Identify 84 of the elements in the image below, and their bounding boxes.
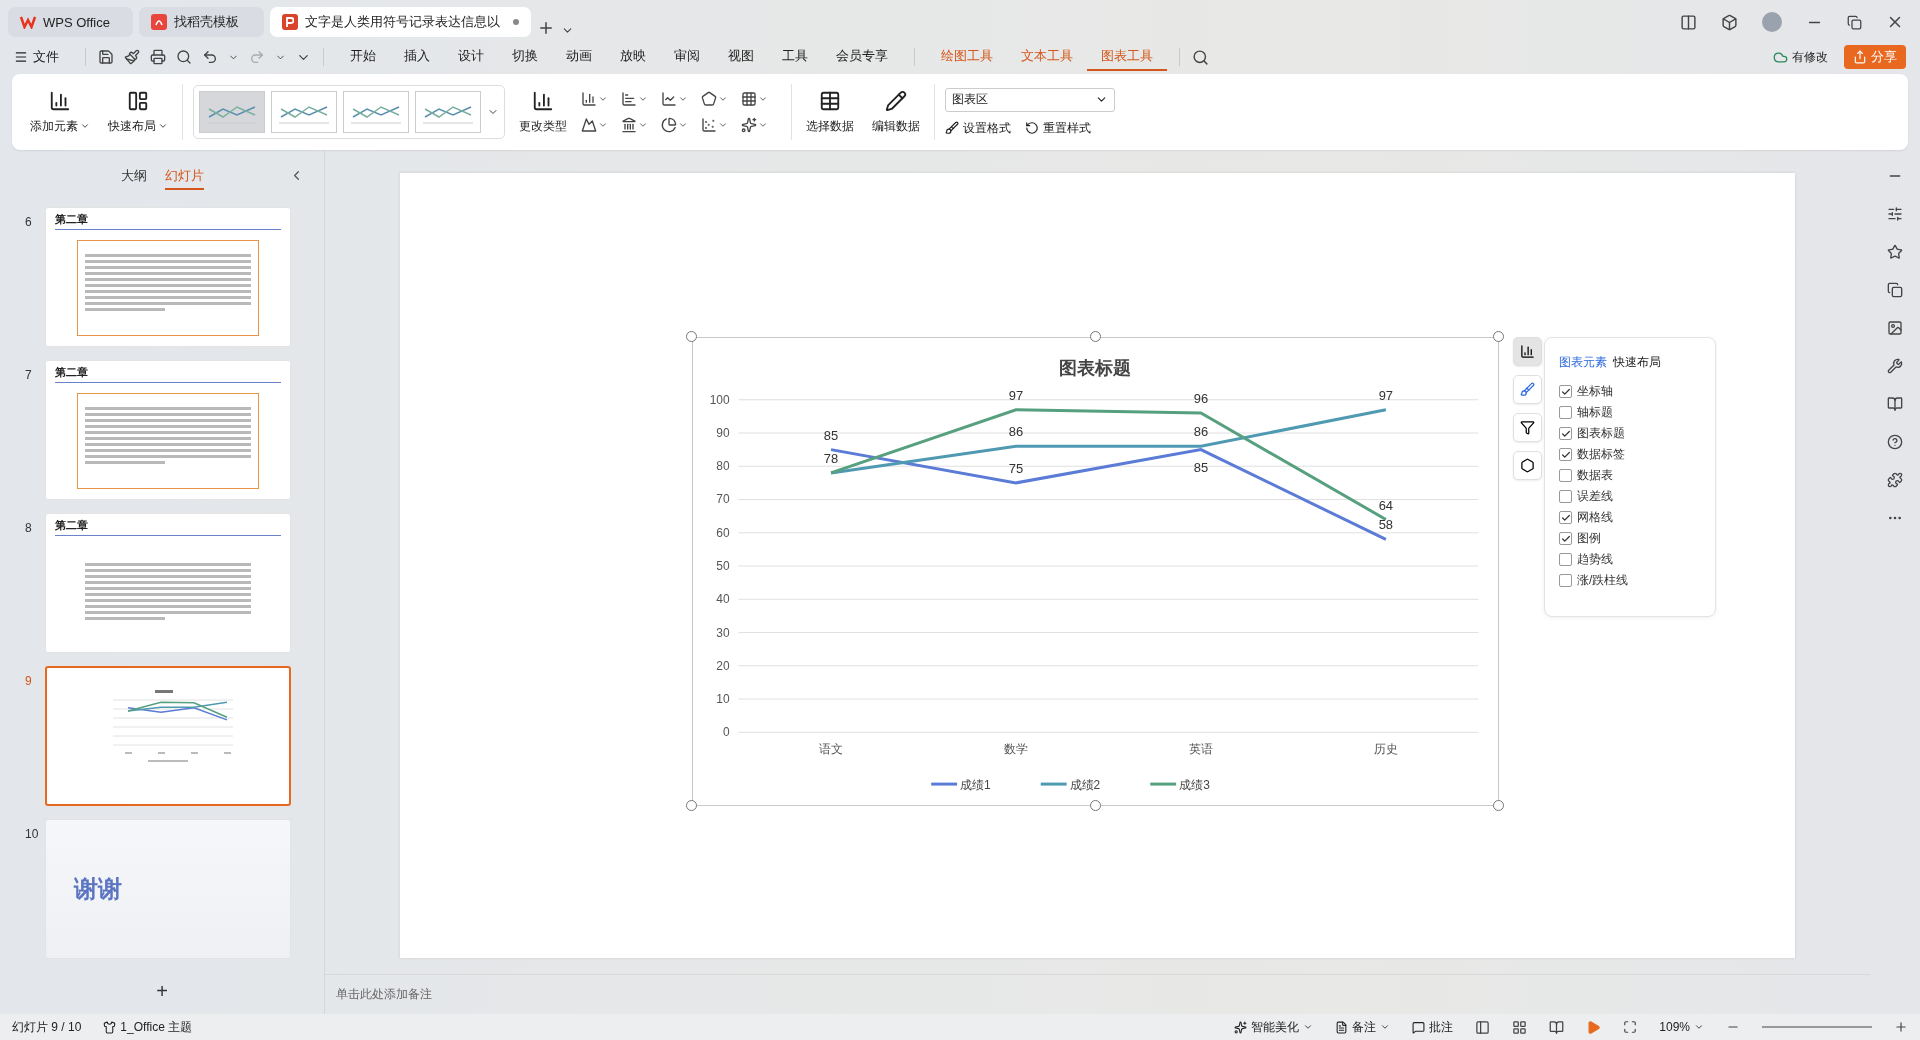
beautify-button[interactable]: 智能美化 bbox=[1234, 1018, 1314, 1036]
data-label: 64 bbox=[1378, 497, 1394, 513]
legend-label: 成绩1 bbox=[960, 778, 991, 793]
slide-number: 6 bbox=[24, 214, 33, 229]
axis-label: 语文 bbox=[819, 742, 843, 757]
slide-count: 幻灯片 9 / 10 bbox=[12, 1018, 82, 1036]
chart-title: 图表标题 bbox=[1059, 357, 1132, 378]
ribbon-tab[interactable]: 设计 bbox=[444, 43, 498, 71]
slide-thumbnail[interactable]: 第二章 bbox=[45, 360, 291, 500]
ribbon-tab[interactable]: 审阅 bbox=[660, 43, 714, 71]
data-label: 97 bbox=[1008, 387, 1024, 403]
axis-label: 70 bbox=[716, 492, 730, 507]
ribbon-tab[interactable]: 开始 bbox=[336, 43, 390, 71]
checkbox-label: 网格线 bbox=[1577, 509, 1613, 526]
edit-data-button[interactable]: 编辑数据 bbox=[868, 87, 924, 137]
slide-number: 8 bbox=[24, 520, 33, 535]
panel-tab[interactable]: 图表元素 bbox=[1559, 354, 1607, 371]
axis-label: 10 bbox=[716, 692, 730, 707]
reset-style-button[interactable]: 重置样式 bbox=[1025, 119, 1091, 137]
axis-label: 20 bbox=[716, 658, 730, 673]
slide-thumbnail[interactable]: 第二章 bbox=[45, 207, 291, 347]
data-label: 58 bbox=[1378, 517, 1394, 533]
data-label: 97 bbox=[1378, 387, 1394, 403]
file-menu[interactable]: 文件 bbox=[14, 48, 59, 66]
axis-label: 数学 bbox=[1003, 742, 1028, 757]
select-data-button[interactable]: 选择数据 bbox=[802, 87, 858, 137]
data-label: 85 bbox=[1193, 459, 1209, 475]
zoom-level[interactable]: 109% bbox=[1659, 1020, 1704, 1034]
ribbon-tab[interactable]: 插入 bbox=[390, 43, 444, 71]
axis-label: 100 bbox=[709, 392, 730, 407]
axis-label: 40 bbox=[716, 592, 730, 607]
checkbox-label: 误差线 bbox=[1577, 488, 1613, 505]
add-element-button[interactable]: 添加元素 bbox=[26, 87, 94, 137]
data-label: 86 bbox=[1193, 424, 1209, 440]
document-tab[interactable]: 文字是人类用符号记录表达信息以 bbox=[270, 7, 531, 37]
data-label: 78 bbox=[823, 450, 839, 466]
ribbon-tab[interactable]: 放映 bbox=[606, 43, 660, 71]
checkbox-label: 图表标题 bbox=[1577, 425, 1625, 442]
checkbox-label: 趋势线 bbox=[1577, 551, 1613, 568]
sync-status[interactable]: 有修改 bbox=[1773, 48, 1828, 66]
comments-button[interactable]: 批注 bbox=[1412, 1018, 1454, 1036]
slide-thumbnail[interactable]: 谢谢 bbox=[45, 819, 291, 959]
quick-layout-button[interactable]: 快速布局 bbox=[104, 87, 172, 137]
document-tab[interactable]: 找稻壳模板 bbox=[139, 7, 264, 37]
ribbon-tab[interactable]: 动画 bbox=[552, 43, 606, 71]
checkbox-label: 轴标题 bbox=[1577, 404, 1613, 421]
chart-frame[interactable]: 图表标题 0 10 20 30 40 50 60 70 80 90 100 语文 数学 英语 历史 97 96 97 85 86 86 78 75 85 64 58 成绩1 成绩2 成绩3 bbox=[692, 337, 1499, 806]
data-label: 86 bbox=[1008, 424, 1024, 440]
notes-placeholder[interactable]: 单击此处添加备注 bbox=[336, 986, 432, 1003]
slide-thumbnail[interactable]: 第二章 bbox=[45, 513, 291, 653]
ribbon-tab[interactable]: 工具 bbox=[768, 43, 822, 71]
theme-name[interactable]: 1_Office 主题 bbox=[103, 1018, 193, 1036]
ribbon-tab[interactable]: 切换 bbox=[498, 43, 552, 71]
checkbox-label: 坐标轴 bbox=[1577, 383, 1613, 400]
axis-label: 60 bbox=[716, 525, 730, 540]
data-label: 75 bbox=[1008, 460, 1024, 476]
format-button[interactable]: 设置格式 bbox=[945, 119, 1011, 137]
document-tab[interactable]: WPS Office bbox=[8, 7, 133, 37]
axis-label: 90 bbox=[716, 426, 730, 440]
change-type-button[interactable]: 更改类型 bbox=[515, 87, 571, 137]
checkbox-label: 图例 bbox=[1577, 530, 1601, 547]
data-label: 85 bbox=[823, 427, 839, 443]
legend-label: 成绩3 bbox=[1179, 778, 1210, 793]
notes-button[interactable]: 备注 bbox=[1335, 1018, 1391, 1036]
axis-label: 历史 bbox=[1373, 742, 1398, 757]
data-label: 96 bbox=[1193, 391, 1209, 407]
axis-label: 0 bbox=[722, 725, 730, 740]
slide-number: 10 bbox=[24, 826, 40, 841]
checkbox-label: 数据表 bbox=[1577, 467, 1613, 484]
checkbox-label: 数据标签 bbox=[1577, 446, 1625, 463]
ribbon-tab[interactable]: 视图 bbox=[714, 43, 768, 71]
slide-number: 7 bbox=[24, 367, 33, 382]
chart-area-dropdown[interactable]: 图表区 bbox=[945, 87, 1115, 112]
axis-label: 30 bbox=[716, 625, 730, 640]
ribbon-tab[interactable]: 会员专享 bbox=[822, 43, 902, 71]
add-slide-button[interactable]: + bbox=[0, 980, 324, 1003]
panel-tab[interactable]: 大纲 bbox=[120, 166, 147, 190]
legend-label: 成绩2 bbox=[1069, 778, 1101, 793]
axis-label: 50 bbox=[716, 559, 730, 573]
checkbox-label: 涨/跌柱线 bbox=[1577, 572, 1629, 589]
panel-tab[interactable]: 快速布局 bbox=[1613, 354, 1661, 371]
slide-number: 9 bbox=[24, 673, 33, 688]
axis-label: 英语 bbox=[1188, 742, 1213, 757]
axis-label: 80 bbox=[716, 459, 730, 474]
